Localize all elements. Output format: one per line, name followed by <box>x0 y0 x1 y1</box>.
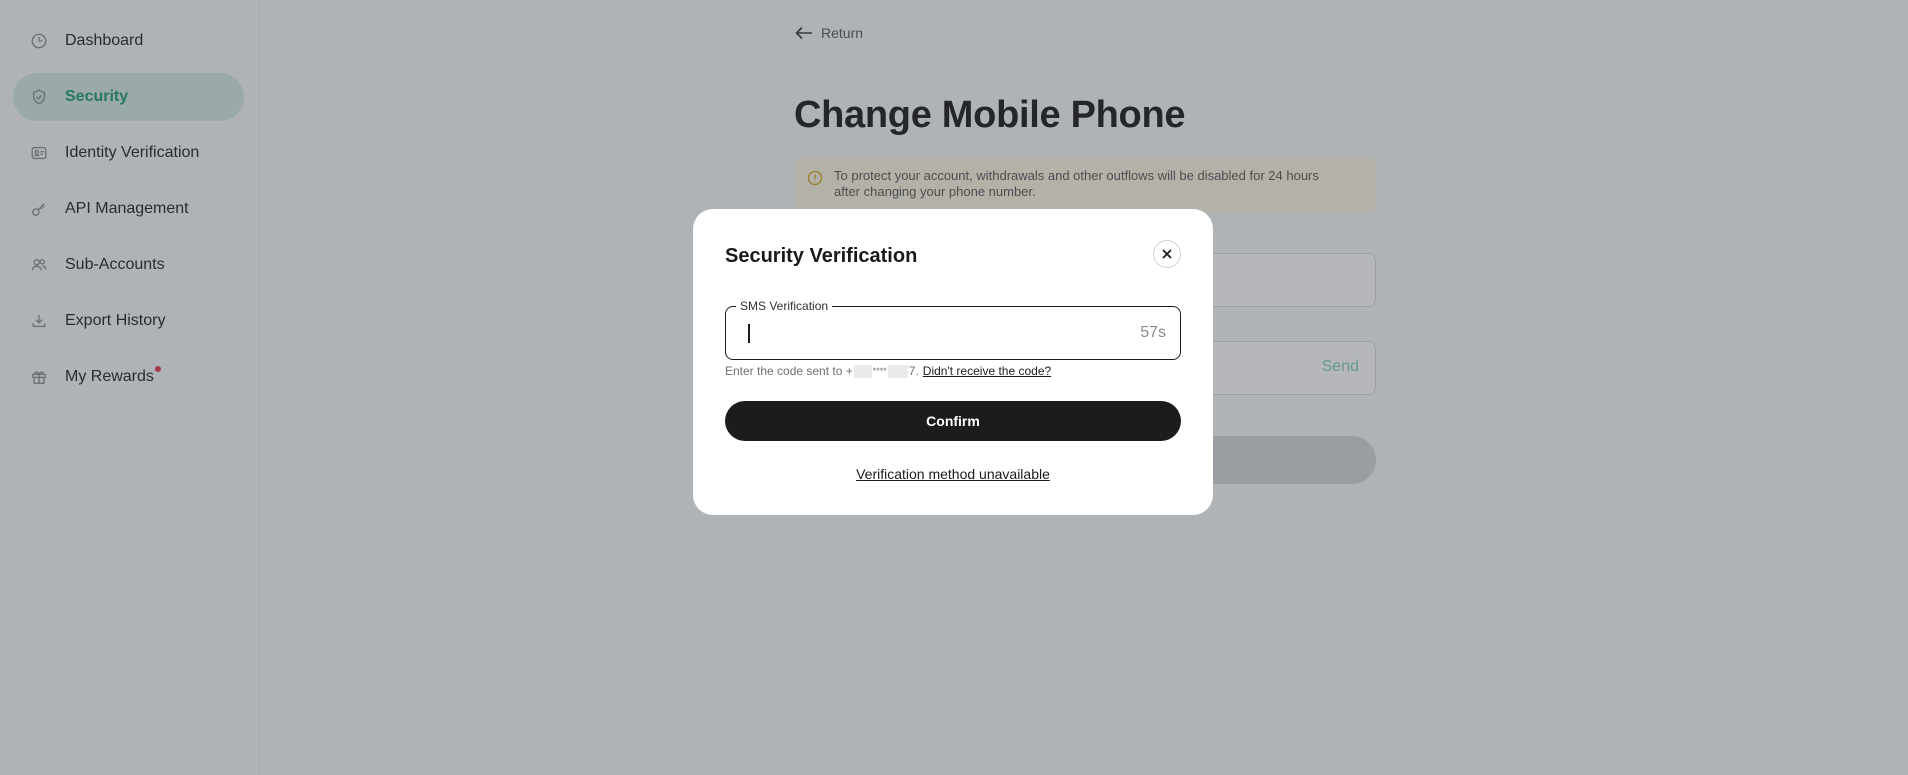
sms-code-input[interactable] <box>746 321 1086 345</box>
sms-field-label: SMS Verification <box>736 299 833 313</box>
security-verification-modal: Security Verification SMS Verification 5… <box>693 209 1213 515</box>
close-button[interactable] <box>1153 240 1181 268</box>
text-cursor <box>748 324 750 343</box>
sms-verification-field[interactable]: SMS Verification 57s <box>725 299 1181 360</box>
modal-title: Security Verification <box>725 245 918 267</box>
masked-number-segment <box>853 364 872 378</box>
resend-countdown: 57s <box>1140 324 1166 341</box>
verification-unavailable-link[interactable]: Verification method unavailable <box>693 466 1213 482</box>
close-icon <box>1162 249 1172 259</box>
hint-suffix: 7. <box>908 364 919 378</box>
hint-masked-digits: **** <box>872 366 887 376</box>
confirm-button[interactable]: Confirm <box>725 401 1181 441</box>
masked-number-segment <box>887 364 908 378</box>
sms-hint: Enter the code sent to + **** 7. Didn't … <box>725 364 1051 378</box>
hint-prefix: Enter the code sent to + <box>725 364 853 378</box>
resend-code-link[interactable]: Didn't receive the code? <box>923 364 1051 378</box>
